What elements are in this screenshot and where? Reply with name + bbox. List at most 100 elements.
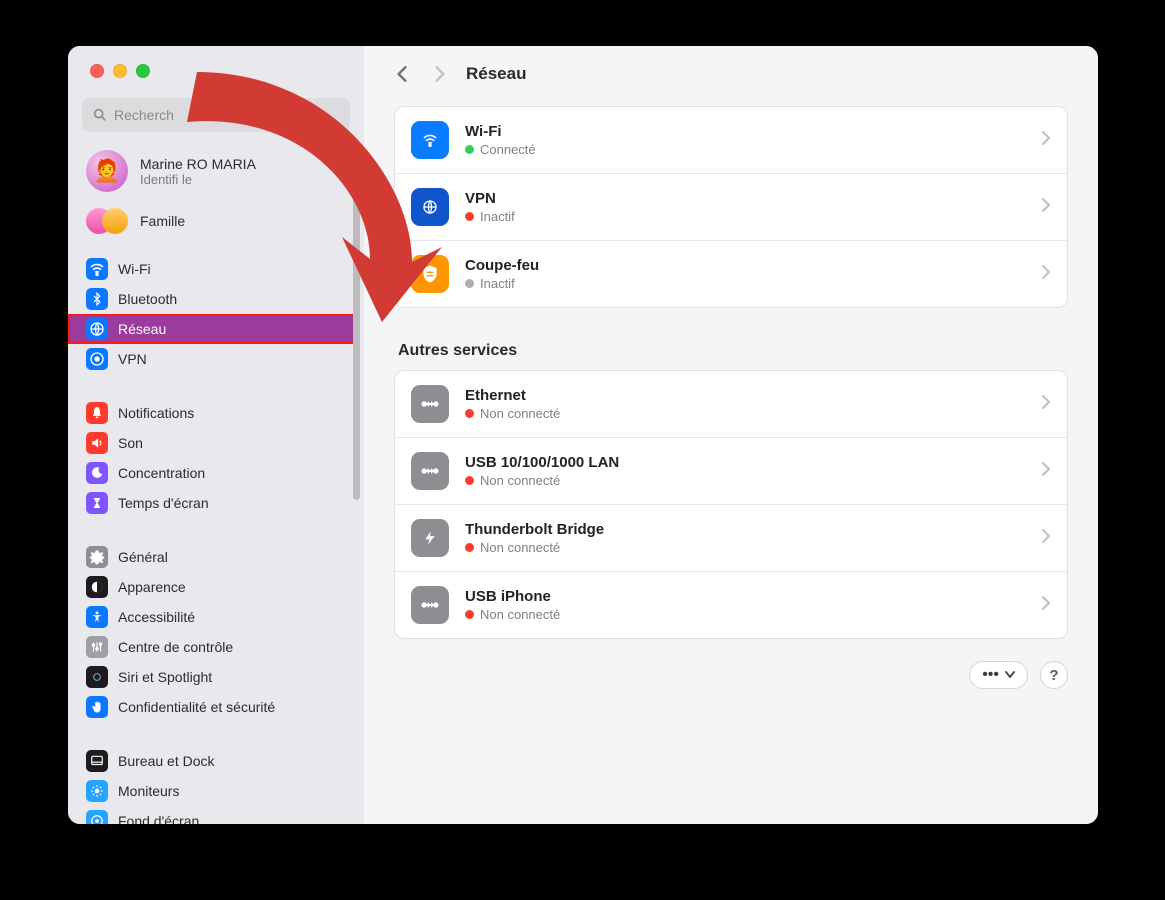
sidebar-item-label: Centre de contrôle	[118, 639, 233, 655]
network-row-thunderbolt-bridge[interactable]: Thunderbolt BridgeNon connecté	[395, 504, 1067, 571]
minimize-window-button[interactable]	[113, 64, 127, 78]
chevron-right-icon	[1041, 263, 1051, 286]
sidebar-item-label: Accessibilité	[118, 609, 195, 625]
row-status: Inactif	[465, 276, 539, 291]
sidebar-item-label: Réseau	[118, 321, 166, 337]
family-row[interactable]: Famille	[68, 198, 356, 248]
status-dot	[465, 409, 474, 418]
sidebar-item-wi-fi[interactable]: Wi-Fi	[76, 254, 348, 284]
sidebar-item-son[interactable]: Son	[76, 428, 348, 458]
sidebar-item-confidentialit-et-s-curit-[interactable]: Confidentialité et sécurité	[76, 692, 348, 722]
network-row-usb-10-100-1000-lan[interactable]: USB 10/100/1000 LAN Non connecté	[395, 437, 1067, 504]
search-placeholder: Recherch	[114, 107, 174, 123]
sidebar-item-accessibilit-[interactable]: Accessibilité	[76, 602, 348, 632]
ethernet-icon	[411, 586, 449, 624]
sidebar: Recherch 🧑‍🦰 Marine RO MARIA Identifi le…	[68, 46, 364, 824]
row-status: Inactif	[465, 209, 515, 224]
account-name: Marine RO MARIA	[140, 156, 256, 172]
sidebar-item-concentration[interactable]: Concentration	[76, 458, 348, 488]
other-services-heading: Autres services	[398, 342, 1064, 360]
search-input[interactable]: Recherch	[82, 98, 350, 132]
sidebar-item-bluetooth[interactable]: Bluetooth	[76, 284, 348, 314]
control-icon	[86, 636, 108, 658]
row-status: Non connecté	[465, 406, 560, 421]
network-row-wi-fi[interactable]: Wi-FiConnecté	[395, 107, 1067, 173]
status-dot	[465, 279, 474, 288]
network-row-usb-iphone[interactable]: USB iPhoneNon connecté	[395, 571, 1067, 638]
chevron-right-icon	[1041, 527, 1051, 550]
row-title: VPN	[465, 190, 515, 207]
chevron-right-icon	[433, 65, 447, 83]
main-panel: Réseau Wi-FiConnectéVPNInactifCoupe-feuI…	[364, 46, 1098, 824]
row-title: Wi-Fi	[465, 123, 536, 140]
status-dot	[465, 212, 474, 221]
vpn-icon	[86, 348, 108, 370]
titlebar: Réseau	[364, 46, 1098, 102]
chevron-left-icon	[395, 65, 409, 83]
chevron-right-icon	[1041, 196, 1051, 219]
sidebar-item-label: Siri et Spotlight	[118, 669, 212, 685]
sidebar-item-label: Général	[118, 549, 168, 565]
network-row-vpn[interactable]: VPN Inactif	[395, 173, 1067, 240]
shield-icon	[411, 255, 449, 293]
scrollbar[interactable]	[353, 150, 360, 500]
moon-icon	[86, 462, 108, 484]
account-sub: Identifi le	[140, 172, 256, 187]
forward-button[interactable]	[428, 62, 452, 86]
other-services-group: EthernetNon connecté USB 10/100/1000 LAN N…	[394, 370, 1068, 639]
sidebar-item-vpn[interactable]: VPN	[76, 344, 348, 374]
chevron-right-icon	[1041, 129, 1051, 152]
wallpaper-icon	[86, 810, 108, 824]
globe-icon	[86, 318, 108, 340]
sidebar-item-g-n-ral[interactable]: Général	[76, 542, 348, 572]
network-row-coupe-feu[interactable]: Coupe-feuInactif	[395, 240, 1067, 307]
avatar: 🧑‍🦰	[86, 150, 128, 192]
sidebar-item-r-seau[interactable]: Réseau	[68, 314, 356, 344]
help-button[interactable]: ?	[1040, 661, 1068, 689]
network-primary-group: Wi-FiConnectéVPNInactifCoupe-feuInactif	[394, 106, 1068, 308]
hourglass-icon	[86, 492, 108, 514]
row-status: Non connecté	[465, 473, 619, 488]
sidebar-item-label: Son	[118, 435, 143, 451]
sidebar-item-label: Temps d'écran	[118, 495, 209, 511]
wifi-icon	[86, 258, 108, 280]
siri-icon	[86, 666, 108, 688]
family-label: Famille	[140, 213, 185, 229]
close-window-button[interactable]	[90, 64, 104, 78]
sidebar-item-label: Concentration	[118, 465, 205, 481]
row-title: USB 10/100/1000 LAN	[465, 454, 619, 471]
network-row-ethernet[interactable]: EthernetNon connecté	[395, 371, 1067, 437]
apple-id-row[interactable]: 🧑‍🦰 Marine RO MARIA Identifi le	[68, 144, 356, 198]
sidebar-item-moniteurs[interactable]: Moniteurs	[76, 776, 348, 806]
footer-actions: ••• ?	[394, 661, 1068, 689]
status-dot	[465, 145, 474, 154]
sidebar-item-label: Moniteurs	[118, 783, 179, 799]
sidebar-item-label: VPN	[118, 351, 147, 367]
chevron-down-icon	[1005, 671, 1015, 679]
sidebar-item-label: Fond d'écran	[118, 813, 199, 824]
sidebar-item-temps-d-cran[interactable]: Temps d'écran	[76, 488, 348, 518]
sidebar-item-apparence[interactable]: Apparence	[76, 572, 348, 602]
sidebar-item-fond-d-cran[interactable]: Fond d'écran	[76, 806, 348, 824]
bell-icon	[86, 402, 108, 424]
more-actions-button[interactable]: •••	[969, 661, 1028, 689]
hand-icon	[86, 696, 108, 718]
system-settings-window: Recherch 🧑‍🦰 Marine RO MARIA Identifi le…	[68, 46, 1098, 824]
sidebar-item-label: Bluetooth	[118, 291, 177, 307]
bluetooth-icon	[86, 288, 108, 310]
sidebar-item-bureau-et-dock[interactable]: Bureau et Dock	[76, 746, 348, 776]
row-title: USB iPhone	[465, 588, 560, 605]
globe-icon	[411, 188, 449, 226]
appearance-icon	[86, 576, 108, 598]
dock-icon	[86, 750, 108, 772]
sidebar-item-notifications[interactable]: Notifications	[76, 398, 348, 428]
chevron-right-icon	[1041, 393, 1051, 416]
sound-icon	[86, 432, 108, 454]
status-dot	[465, 610, 474, 619]
sidebar-item-siri-et-spotlight[interactable]: Siri et Spotlight	[76, 662, 348, 692]
sidebar-item-centre-de-contr-le[interactable]: Centre de contrôle	[76, 632, 348, 662]
page-title: Réseau	[466, 64, 526, 84]
back-button[interactable]	[390, 62, 414, 86]
row-title: Thunderbolt Bridge	[465, 521, 604, 538]
fullscreen-window-button[interactable]	[136, 64, 150, 78]
